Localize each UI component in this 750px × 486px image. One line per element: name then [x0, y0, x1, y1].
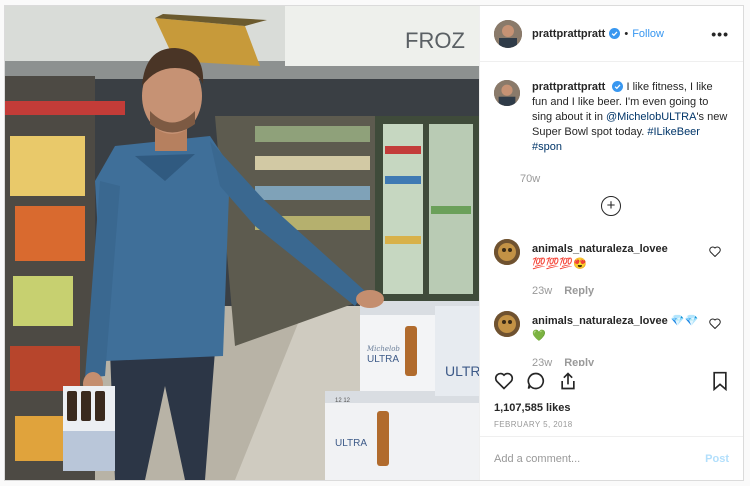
- bookmark-icon[interactable]: [711, 371, 729, 391]
- comment-text: 💯💯💯😍: [532, 258, 587, 270]
- post-date: FEBRUARY 5, 2018: [494, 420, 573, 429]
- commenter-avatar[interactable]: [494, 239, 520, 265]
- comment-item: animals_naturaleza_lovee 💎💎 💚 23w Reply: [494, 311, 729, 366]
- comment-text-inline: 💎💎: [670, 315, 699, 327]
- more-icon[interactable]: •••: [711, 26, 729, 42]
- post-sidebar: prattprattpratt • Follow ••• prattprattp…: [479, 6, 743, 480]
- beer-brand-script: Michelob: [366, 345, 400, 353]
- separator-dot: •: [624, 27, 629, 40]
- comment-icon[interactable]: [526, 371, 546, 391]
- caption-username[interactable]: prattprattpratt: [532, 81, 605, 93]
- photo-illustration: FROZ Michelob ULTRA ULTRA ULTR 12 12: [5, 6, 479, 480]
- post-comment-button[interactable]: Post: [705, 453, 729, 465]
- caption: prattprattpratt I like fitness, I like f…: [494, 80, 729, 185]
- heart-icon[interactable]: [709, 246, 721, 257]
- comment-age: 23w: [532, 357, 553, 366]
- heart-icon[interactable]: [709, 318, 721, 329]
- comment-username[interactable]: animals_naturaleza_lovee: [532, 243, 668, 255]
- caption-text: prattprattpratt I like fitness, I like f…: [532, 80, 728, 155]
- comment-username[interactable]: animals_naturaleza_lovee: [532, 315, 668, 327]
- comment-item: animals_naturaleza_lovee 💯💯💯😍 23w Reply: [494, 239, 729, 297]
- verified-badge-icon: [612, 81, 624, 92]
- case-count-label: 12 12: [335, 398, 351, 404]
- caption-avatar[interactable]: [494, 80, 520, 106]
- six-pack: [63, 386, 115, 471]
- action-bar: [494, 371, 578, 391]
- freezer-sign-text: FROZ: [405, 28, 465, 53]
- author-avatar[interactable]: [494, 19, 522, 48]
- comments-list[interactable]: prattprattpratt I like fitness, I like f…: [480, 63, 743, 366]
- add-circle-icon[interactable]: +: [601, 196, 621, 216]
- add-comment-bar: Post: [480, 436, 743, 480]
- post-header: prattprattpratt • Follow •••: [480, 6, 743, 62]
- like-count[interactable]: 1,107,585 likes: [494, 402, 570, 414]
- share-icon[interactable]: [558, 371, 578, 391]
- verified-badge-icon: [609, 28, 621, 39]
- reply-button[interactable]: Reply: [564, 357, 594, 366]
- beer-brand-label: ULTRA: [367, 354, 399, 365]
- reply-button[interactable]: Reply: [564, 285, 594, 297]
- author-username[interactable]: prattprattpratt: [532, 28, 605, 40]
- caption-age: 70w: [520, 173, 541, 185]
- comment-meta: 23w Reply: [532, 357, 594, 366]
- beer-brand-label-2: ULTRA: [335, 438, 367, 449]
- comment-text: 💚: [532, 330, 546, 342]
- follow-button[interactable]: Follow: [632, 28, 664, 40]
- commenter-avatar[interactable]: [494, 311, 520, 337]
- caption-mention-link[interactable]: @MichelobULTRA: [606, 111, 696, 123]
- comment-meta: 23w Reply: [532, 285, 594, 297]
- post-photo[interactable]: FROZ Michelob ULTRA ULTRA ULTR 12 12: [5, 6, 479, 480]
- comment-body: animals_naturaleza_lovee 💎💎 💚: [532, 314, 698, 344]
- comment-body: animals_naturaleza_lovee 💯💯💯😍: [532, 242, 668, 272]
- comment-age: 23w: [532, 285, 553, 297]
- comment-input[interactable]: [494, 452, 706, 465]
- post-card: FROZ Michelob ULTRA ULTRA ULTR 12 12 pra…: [4, 5, 744, 481]
- beer-brand-label-3: ULTRA: [445, 363, 479, 379]
- heart-icon[interactable]: [494, 371, 514, 391]
